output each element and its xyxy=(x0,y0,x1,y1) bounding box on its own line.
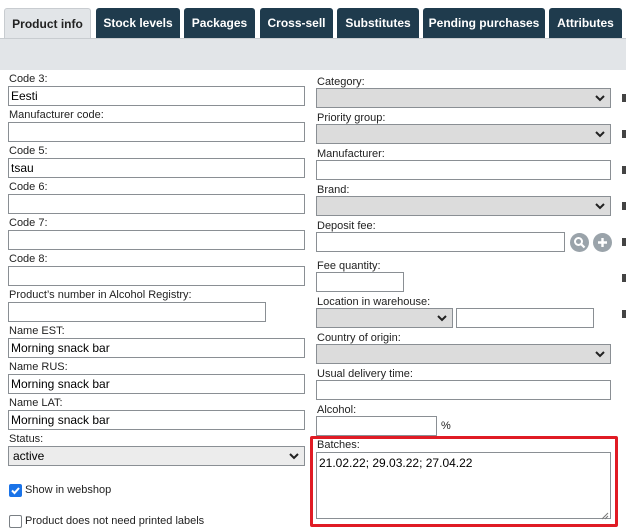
tab-label: Substitutes xyxy=(345,16,411,30)
code3-input[interactable]: Eesti xyxy=(8,86,305,106)
clipped-edge-marker xyxy=(622,130,626,138)
code5-label: Code 5: xyxy=(9,145,48,157)
show-in-webshop-checkbox[interactable] xyxy=(9,484,22,497)
tab-label: Product info xyxy=(12,17,83,31)
name-rus-input[interactable]: Morning snack bar xyxy=(8,374,305,394)
clipped-edge-marker xyxy=(622,238,626,246)
code3-label: Code 3: xyxy=(9,73,48,85)
alcohol-input[interactable] xyxy=(316,416,437,436)
chevron-down-icon xyxy=(594,92,606,104)
highlight-box xyxy=(310,436,618,527)
manufacturer-input[interactable] xyxy=(316,160,611,180)
chevron-down-icon xyxy=(594,128,606,140)
no-printed-labels-label: Product does not need printed labels xyxy=(25,515,205,527)
manufacturer-code-label: Manufacturer code: xyxy=(9,109,104,121)
country-of-origin-label: Country of origin: xyxy=(317,332,401,344)
tab-label: Stock levels xyxy=(103,16,173,30)
chevron-down-icon xyxy=(436,312,448,324)
chevron-down-icon xyxy=(594,348,606,360)
toolbar-strip xyxy=(0,38,626,70)
clipped-edge-marker xyxy=(622,166,626,174)
tab-label: Cross-sell xyxy=(267,16,326,30)
location-label: Location in warehouse: xyxy=(317,296,431,308)
priority-group-select[interactable] xyxy=(316,124,611,144)
tab-label: Pending purchases xyxy=(428,16,540,30)
name-lat-input[interactable]: Morning snack bar xyxy=(8,410,305,430)
code8-input[interactable] xyxy=(8,266,305,286)
location-select[interactable] xyxy=(316,308,453,328)
tab-cross-sell[interactable]: Cross-sell xyxy=(260,8,333,38)
clipped-edge-marker xyxy=(622,310,626,318)
tab-product-info[interactable]: Product info xyxy=(4,8,91,39)
tab-substitutes[interactable]: Substitutes xyxy=(337,8,419,38)
tab-label: Attributes xyxy=(557,16,614,30)
alcohol-registry-label: Product’s number in Alcohol Registry: xyxy=(9,289,192,301)
code8-label: Code 8: xyxy=(9,253,48,265)
search-button[interactable] xyxy=(570,233,589,252)
deposit-fee-label: Deposit fee: xyxy=(317,220,376,232)
status-label: Status: xyxy=(9,433,44,445)
checkmark-icon xyxy=(11,487,20,495)
code6-input[interactable] xyxy=(8,194,305,214)
name-lat-label: Name LAT: xyxy=(9,397,63,409)
add-button[interactable] xyxy=(593,233,612,252)
status-select[interactable]: active xyxy=(8,446,305,466)
tab-pending-purchases[interactable]: Pending purchases xyxy=(423,8,545,38)
chevron-down-icon xyxy=(288,450,300,462)
name-est-label: Name EST: xyxy=(9,325,65,337)
name-est-input[interactable]: Morning snack bar xyxy=(8,338,305,358)
no-printed-labels-checkbox[interactable] xyxy=(9,515,22,528)
code5-input[interactable]: tsau xyxy=(8,158,305,178)
code7-label: Code 7: xyxy=(9,217,48,229)
tab-bar: Product info Stock levels Packages Cross… xyxy=(0,0,626,39)
name-rus-label: Name RUS: xyxy=(9,361,68,373)
alcohol-registry-input[interactable] xyxy=(8,302,266,322)
code7-input[interactable] xyxy=(8,230,305,250)
alcohol-unit: % xyxy=(441,420,451,432)
fee-quantity-label: Fee quantity: xyxy=(317,260,381,272)
fee-quantity-input[interactable] xyxy=(316,272,404,292)
alcohol-label: Alcohol: xyxy=(317,404,357,416)
tab-stock-levels[interactable]: Stock levels xyxy=(96,8,180,38)
chevron-down-icon xyxy=(594,200,606,212)
tab-packages[interactable]: Packages xyxy=(184,8,255,38)
clipped-edge-marker xyxy=(622,94,626,102)
usual-delivery-time-label: Usual delivery time: xyxy=(317,368,413,380)
category-select[interactable] xyxy=(316,88,611,108)
usual-delivery-time-input[interactable] xyxy=(316,380,611,400)
brand-select[interactable] xyxy=(316,196,611,216)
manufacturer-label: Manufacturer: xyxy=(317,148,385,160)
tab-attributes[interactable]: Attributes xyxy=(549,8,622,38)
location-text-input[interactable] xyxy=(456,308,594,328)
status-value: active xyxy=(13,449,45,463)
code6-label: Code 6: xyxy=(9,181,48,193)
manufacturer-code-input[interactable] xyxy=(8,122,305,142)
magnifier-icon xyxy=(574,237,586,249)
clipped-edge-marker xyxy=(622,202,626,210)
clipped-edge-marker xyxy=(622,274,626,282)
category-label: Category: xyxy=(317,76,365,88)
priority-group-label: Priority group: xyxy=(317,112,386,124)
show-in-webshop-label: Show in webshop xyxy=(25,484,112,496)
brand-label: Brand: xyxy=(317,184,350,196)
country-of-origin-select[interactable] xyxy=(316,344,611,364)
tab-label: Packages xyxy=(191,16,248,30)
plus-icon xyxy=(598,238,607,247)
deposit-fee-input[interactable] xyxy=(316,232,565,252)
